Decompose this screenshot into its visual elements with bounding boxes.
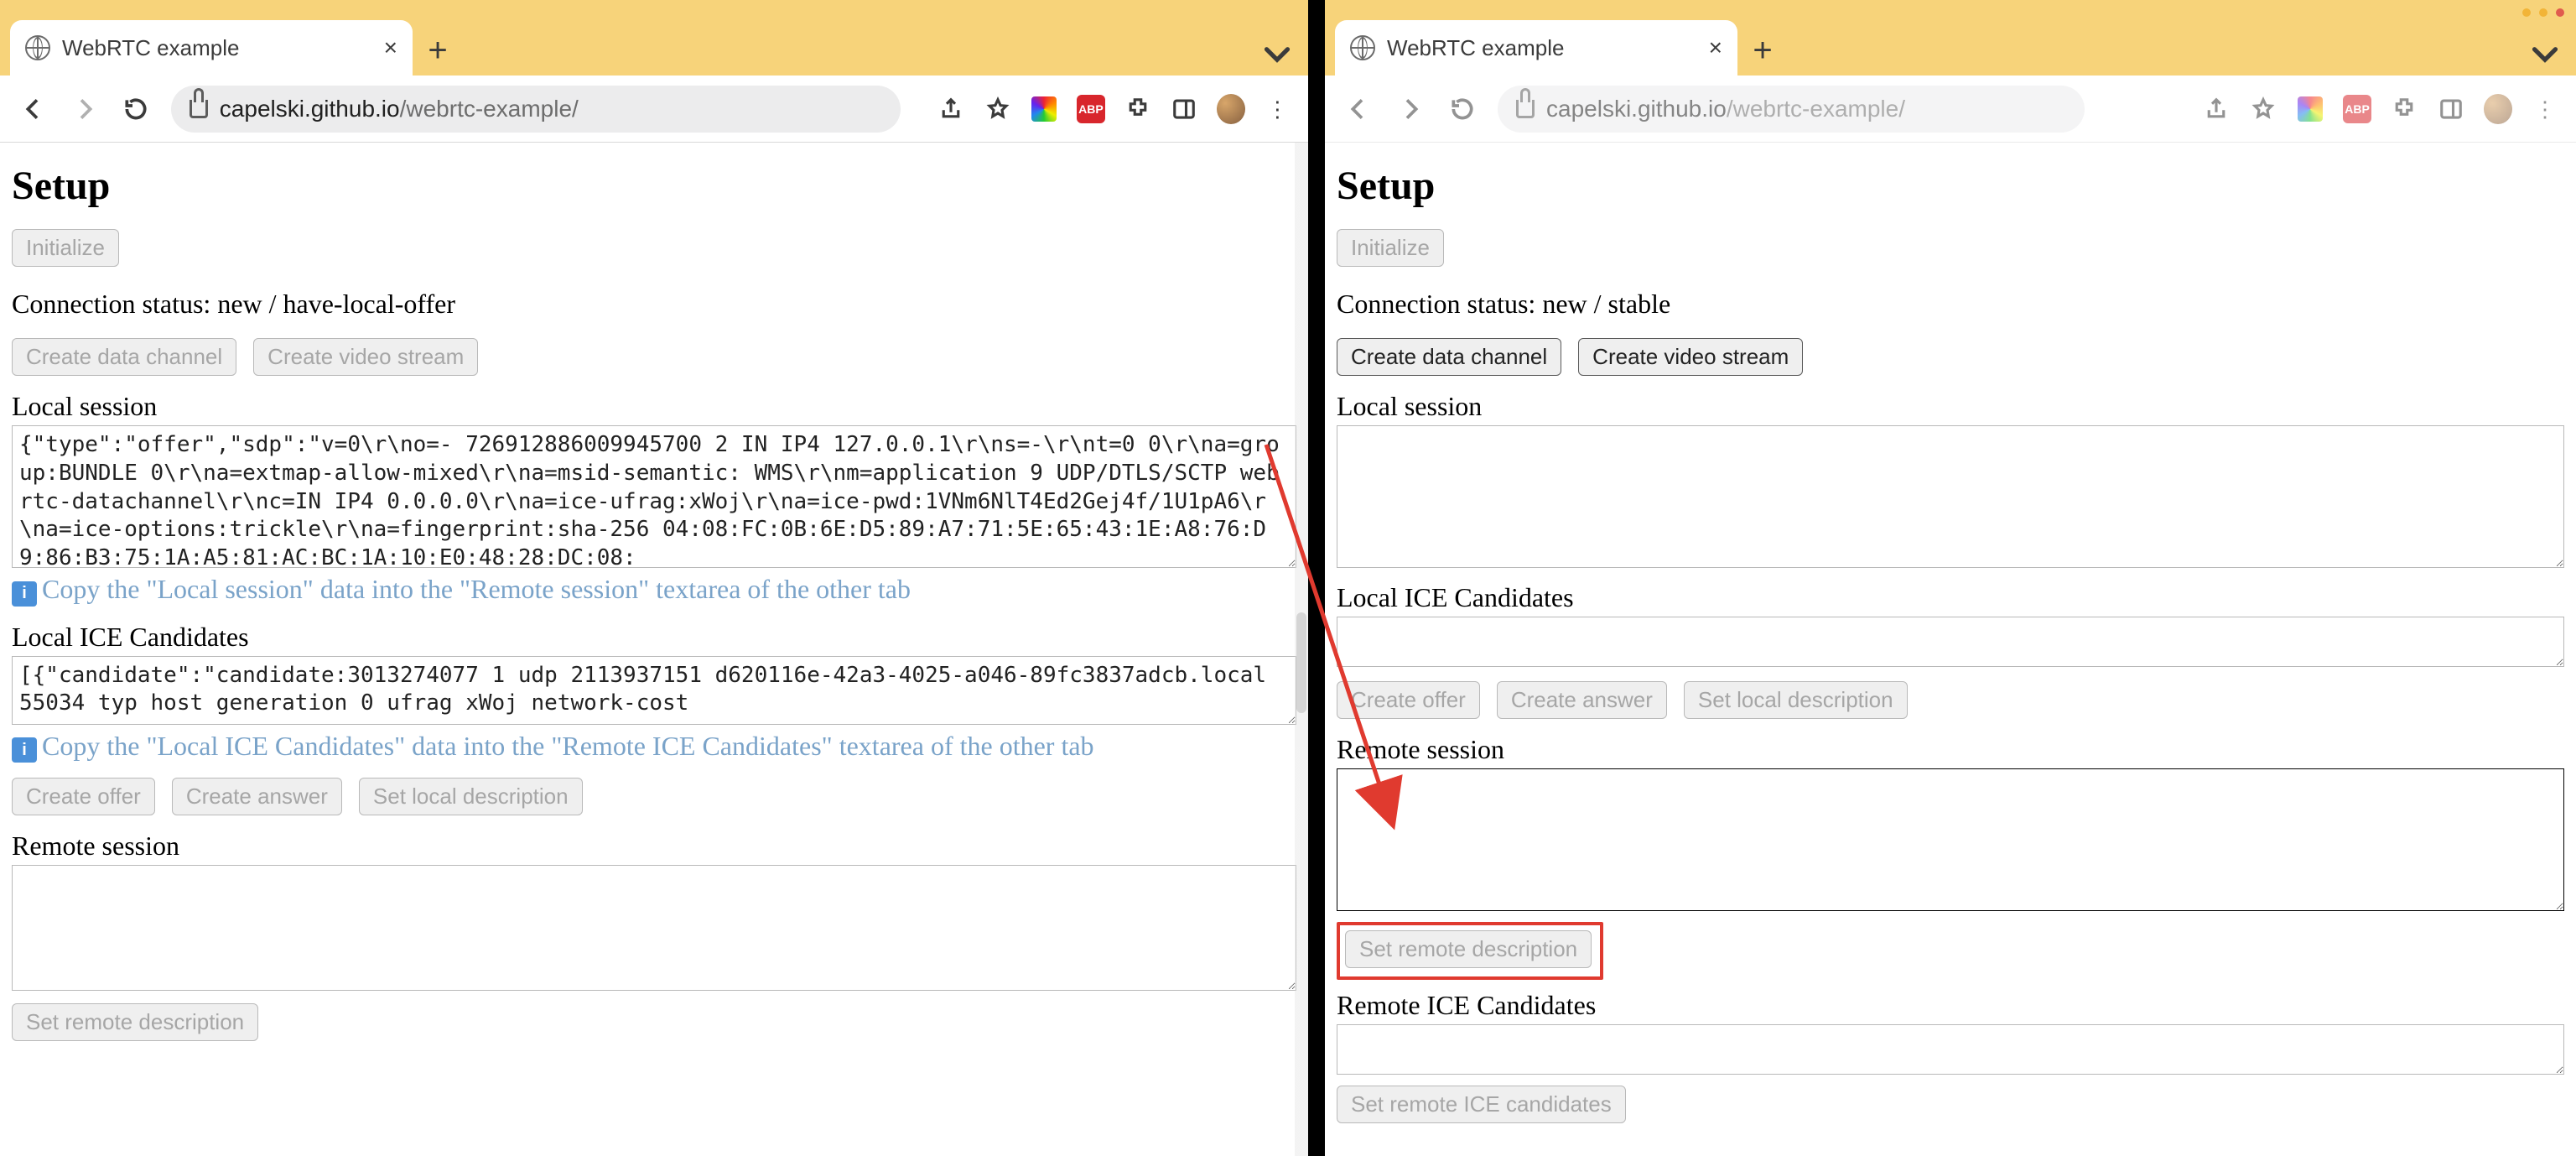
set-local-description-button[interactable]: Set local description (359, 778, 583, 815)
page-title: Setup (1337, 163, 2564, 209)
info-icon: i (12, 737, 37, 763)
globe-icon (1350, 35, 1375, 60)
local-session-label: Local session (1337, 391, 2564, 422)
forward-button[interactable] (68, 92, 101, 126)
hint-local-session: iCopy the "Local session" data into the … (12, 574, 1296, 607)
window-divider (1308, 0, 1325, 1156)
menu-kebab-icon[interactable]: ⋮ (1264, 95, 1291, 123)
lock-icon (190, 100, 208, 118)
create-offer-button[interactable]: Create offer (12, 778, 155, 815)
create-data-channel-button[interactable]: Create data channel (12, 338, 236, 376)
highlight-annotation: Set remote description (1337, 922, 1603, 980)
page-title: Setup (12, 163, 1296, 209)
set-remote-description-button[interactable]: Set remote description (1345, 930, 1592, 968)
globe-icon (25, 35, 50, 60)
tab-list-chevron-icon[interactable] (1256, 34, 1298, 76)
share-icon[interactable] (937, 95, 965, 123)
reload-button[interactable] (120, 92, 153, 126)
extensions-puzzle-icon[interactable] (1124, 95, 1151, 123)
browser-window-left: WebRTC example × + capelski.github.io/we… (0, 0, 1308, 1156)
lock-icon (1516, 100, 1535, 118)
create-video-stream-button[interactable]: Create video stream (1578, 338, 1803, 376)
remote-ice-label: Remote ICE Candidates (1337, 990, 2564, 1021)
create-data-channel-button[interactable]: Create data channel (1337, 338, 1561, 376)
remote-session-textarea[interactable] (1337, 768, 2564, 911)
initialize-button[interactable]: Initialize (12, 229, 119, 267)
hint-local-ice: iCopy the "Local ICE Candidates" data in… (12, 731, 1296, 763)
new-tab-button[interactable]: + (1737, 25, 1788, 76)
forward-button[interactable] (1394, 92, 1427, 126)
back-button[interactable] (1342, 92, 1375, 126)
bookmark-star-icon[interactable] (984, 95, 1011, 123)
back-button[interactable] (17, 92, 49, 126)
address-bar[interactable]: capelski.github.io/webrtc-example/ (171, 86, 901, 133)
connection-status: Connection status: new / have-local-offe… (12, 289, 1296, 320)
profile-avatar[interactable] (1217, 95, 1245, 123)
initialize-button[interactable]: Initialize (1337, 229, 1444, 267)
tab-strip: WebRTC example × + (0, 0, 1308, 76)
browser-window-right: WebRTC example × + capelski.github.io/we… (1325, 0, 2576, 1156)
remote-ice-textarea[interactable] (1337, 1024, 2564, 1075)
extension-rainbow-icon[interactable] (1031, 95, 1058, 123)
local-ice-label: Local ICE Candidates (12, 622, 1296, 653)
tab-strip: WebRTC example × + (1325, 0, 2576, 76)
adblock-icon[interactable]: ABP (1077, 95, 1105, 123)
scrollbar[interactable] (1295, 143, 1308, 1156)
remote-session-label: Remote session (1337, 734, 2564, 765)
create-offer-button[interactable]: Create offer (1337, 681, 1480, 719)
extension-rainbow-icon[interactable] (2296, 95, 2324, 123)
connection-status: Connection status: new / stable (1337, 289, 2564, 320)
set-remote-description-button[interactable]: Set remote description (12, 1003, 258, 1041)
tab-list-chevron-icon[interactable] (2524, 34, 2566, 76)
set-local-description-button[interactable]: Set local description (1684, 681, 1908, 719)
local-session-textarea[interactable] (12, 425, 1296, 568)
url-host: capelski.github.io (1546, 96, 1727, 122)
set-remote-ice-button[interactable]: Set remote ICE candidates (1337, 1086, 1626, 1123)
extensions-puzzle-icon[interactable] (2390, 95, 2418, 123)
adblock-icon[interactable]: ABP (2343, 95, 2371, 123)
create-answer-button[interactable]: Create answer (172, 778, 342, 815)
url-host: capelski.github.io (220, 96, 400, 122)
toolbar: capelski.github.io/webrtc-example/ ABP ⋮ (1325, 76, 2576, 143)
local-ice-label: Local ICE Candidates (1337, 582, 2564, 613)
create-video-stream-button[interactable]: Create video stream (253, 338, 478, 376)
reload-button[interactable] (1446, 92, 1479, 126)
url-path: /webrtc-example/ (400, 96, 579, 122)
profile-avatar[interactable] (2484, 95, 2512, 123)
sidepanel-icon[interactable] (1170, 95, 1197, 123)
tab-active[interactable]: WebRTC example × (1335, 20, 1737, 76)
remote-session-textarea[interactable] (12, 865, 1296, 991)
window-controls[interactable] (2522, 8, 2564, 17)
tab-close-button[interactable]: × (1709, 36, 1722, 60)
tab-close-button[interactable]: × (384, 36, 397, 60)
sidepanel-icon[interactable] (2437, 95, 2465, 123)
address-bar[interactable]: capelski.github.io/webrtc-example/ (1498, 86, 2085, 133)
new-tab-button[interactable]: + (413, 25, 463, 76)
tab-active[interactable]: WebRTC example × (10, 20, 413, 76)
info-icon: i (12, 581, 37, 607)
url-path: /webrtc-example/ (1727, 96, 1905, 122)
create-answer-button[interactable]: Create answer (1497, 681, 1667, 719)
local-ice-textarea[interactable] (1337, 617, 2564, 667)
toolbar: capelski.github.io/webrtc-example/ ABP ⋮ (0, 76, 1308, 143)
bookmark-star-icon[interactable] (2249, 95, 2277, 123)
page-content-left: Setup Initialize Connection status: new … (0, 143, 1308, 1156)
menu-kebab-icon[interactable]: ⋮ (2531, 95, 2559, 123)
tab-title: WebRTC example (1387, 35, 1564, 61)
local-ice-textarea[interactable] (12, 656, 1296, 725)
page-content-right: Setup Initialize Connection status: new … (1325, 143, 2576, 1156)
remote-session-label: Remote session (12, 831, 1296, 862)
tab-title: WebRTC example (62, 35, 239, 61)
local-session-textarea[interactable] (1337, 425, 2564, 568)
local-session-label: Local session (12, 391, 1296, 422)
share-icon[interactable] (2202, 95, 2231, 123)
